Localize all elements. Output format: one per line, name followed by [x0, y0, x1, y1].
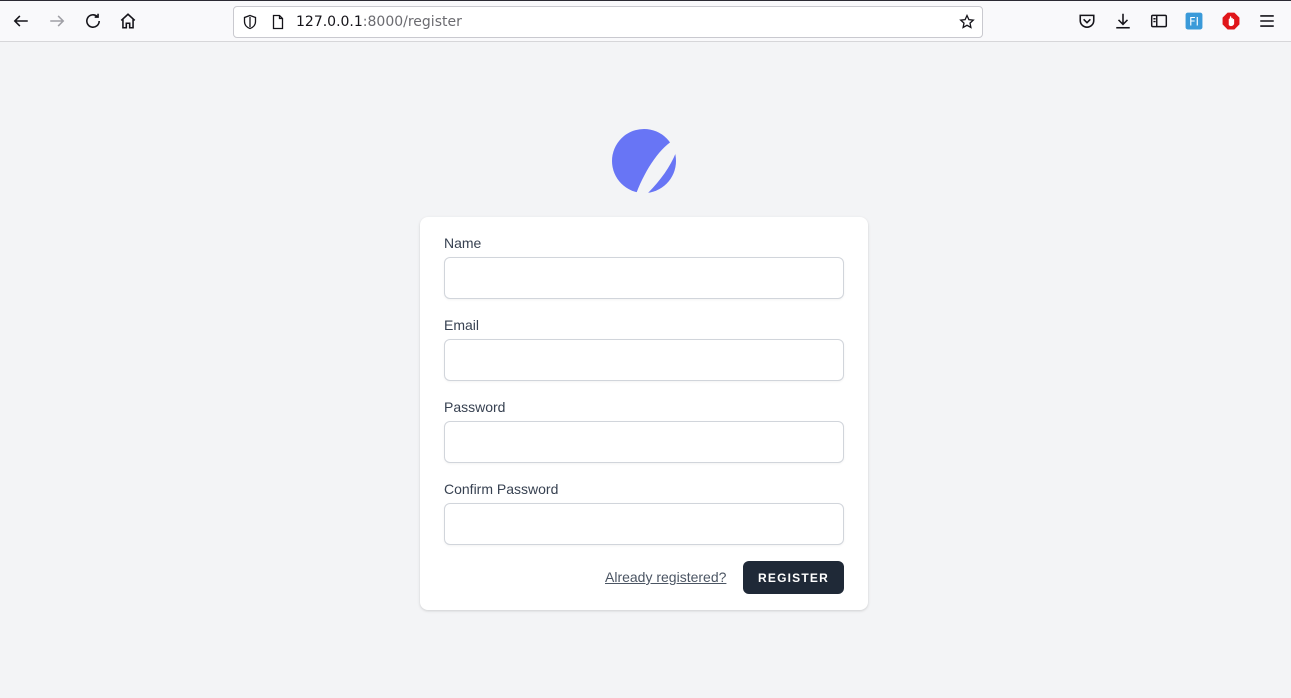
browser-toolbar: 127.0.0.1:8000/register FI [0, 0, 1291, 42]
forward-button[interactable] [42, 6, 72, 36]
confirm-password-input[interactable] [444, 503, 844, 545]
already-registered-link[interactable]: Already registered? [605, 569, 726, 585]
downloads-button[interactable] [1108, 6, 1138, 36]
name-input[interactable] [444, 257, 844, 299]
back-button[interactable] [6, 6, 36, 36]
menu-icon [1260, 15, 1274, 27]
name-label: Name [444, 235, 482, 251]
url-path: :8000/register [362, 14, 462, 30]
home-icon [120, 13, 136, 29]
url-bar[interactable]: 127.0.0.1:8000/register [233, 6, 983, 38]
confirm-password-label: Confirm Password [444, 481, 559, 497]
pocket-button[interactable] [1072, 6, 1102, 36]
password-label: Password [444, 399, 506, 415]
shield-icon[interactable] [241, 13, 259, 31]
back-arrow-icon [13, 15, 28, 27]
reload-icon [86, 13, 100, 28]
home-button[interactable] [113, 6, 143, 36]
forward-arrow-icon [50, 15, 65, 27]
extension-button[interactable]: FI [1179, 6, 1209, 36]
extension-icon: FI [1185, 12, 1203, 30]
reader-view-button[interactable] [1144, 6, 1174, 36]
download-icon [1116, 13, 1130, 29]
password-input[interactable] [444, 421, 844, 463]
register-button[interactable]: REGISTER [743, 561, 844, 594]
adblock-button[interactable] [1216, 6, 1246, 36]
page-icon[interactable] [269, 13, 287, 31]
url-host: 127.0.0.1 [296, 14, 363, 30]
reader-view-icon [1150, 14, 1168, 28]
bookmark-star-icon[interactable] [958, 13, 976, 31]
email-input[interactable] [444, 339, 844, 381]
svg-text:FI: FI [1189, 16, 1199, 29]
pocket-icon [1079, 14, 1095, 28]
app-logo[interactable] [611, 128, 677, 194]
adblock-icon [1222, 12, 1240, 30]
register-card: Name Email Password Confirm Password Alr… [420, 217, 868, 610]
menu-button[interactable] [1252, 6, 1282, 36]
url-text[interactable]: 127.0.0.1:8000/register [296, 14, 462, 30]
email-label: Email [444, 317, 480, 333]
reload-button[interactable] [78, 6, 108, 36]
